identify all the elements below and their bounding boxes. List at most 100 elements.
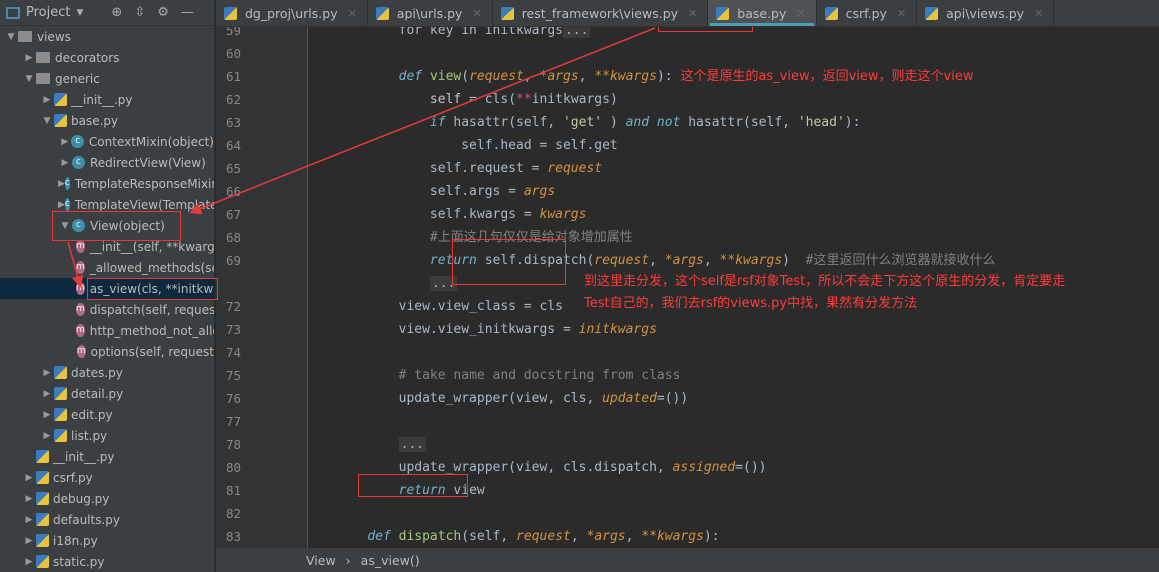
close-icon[interactable]: ✕ [897, 7, 906, 20]
python-file-icon [36, 471, 49, 484]
collapsed-arrow-icon[interactable]: ▶ [40, 431, 54, 441]
tree-item[interactable]: ▶ __init__.py [0, 89, 214, 110]
tree-item[interactable]: ▶ i18n.py [0, 530, 214, 551]
tree-item[interactable]: __init__.py [0, 446, 214, 467]
method-icon: m [76, 324, 85, 337]
expanded-arrow-icon[interactable]: ▼ [40, 116, 54, 126]
code-text: update_wrapper(view, cls, updated=()) [336, 387, 689, 410]
python-file-icon [36, 555, 49, 568]
tree-item[interactable]: ▶ detail.py [0, 383, 214, 404]
close-icon[interactable]: ✕ [1034, 7, 1043, 20]
tree-item[interactable]: ▶ debug.py [0, 488, 214, 509]
tab-label: base.py [737, 5, 787, 21]
collapsed-arrow-icon[interactable]: ▶ [22, 53, 36, 63]
collapsed-arrow-icon[interactable]: ▶ [40, 368, 54, 378]
gear-icon[interactable]: ⚙ [157, 5, 169, 20]
code-token: ** [516, 92, 532, 107]
tree-item[interactable]: m options(self, request [0, 341, 214, 362]
code-token: , [578, 69, 595, 84]
collapsed-arrow-icon[interactable]: ▶ [58, 200, 65, 210]
close-icon[interactable]: ✕ [688, 7, 697, 20]
tab-label: dg_proj\urls.py [245, 5, 338, 21]
tree-item[interactable]: ▼ views [0, 26, 214, 47]
tree-item-label: dates.py [71, 365, 123, 380]
code-line: 61 def view(request, *args, **kwargs): 这… [216, 65, 1159, 88]
tree-item-label: __init__(self, **kwargs) [89, 239, 215, 254]
expanded-arrow-icon[interactable]: ▼ [22, 74, 36, 84]
close-icon[interactable]: ✕ [796, 7, 805, 20]
highlight-box-dispatch [452, 239, 566, 285]
code-line: 77 [216, 410, 1159, 433]
code-token: , [570, 529, 587, 544]
collapsed-arrow-icon[interactable]: ▶ [22, 473, 36, 483]
code-token: (self, [461, 529, 517, 544]
folder-icon [18, 31, 32, 42]
python-file-icon [925, 6, 939, 20]
code-line: 75 # take name and docstring from class [216, 364, 1159, 387]
tree-item[interactable]: ▶ edit.py [0, 404, 214, 425]
tree-item[interactable]: m dispatch(self, request [0, 299, 214, 320]
tree-item-label: decorators [55, 50, 120, 65]
code-line: 64 self.head = self.get [216, 134, 1159, 157]
tree-item[interactable]: ▼ generic [0, 68, 214, 89]
tree-item[interactable]: ▶ c RedirectView(View) [0, 152, 214, 173]
collapse-icon[interactable]: ⇳ [134, 5, 145, 20]
tab-label: csrf.py [845, 5, 887, 21]
tab[interactable]: csrf.py ✕ [817, 0, 918, 26]
tree-item[interactable]: ▶ c ContextMixin(object) [0, 131, 214, 152]
tree-item[interactable]: m _allowed_methods(self) [0, 257, 214, 278]
line-number: 81 [226, 483, 242, 498]
tree-item[interactable]: ▶ dates.py [0, 362, 214, 383]
tab[interactable]: rest_framework\views.py ✕ [493, 0, 709, 26]
line-number: 80 [226, 460, 242, 475]
collapsed-arrow-icon[interactable]: ▶ [22, 515, 36, 525]
tab[interactable]: base.py ✕ [708, 0, 817, 26]
python-file-icon [54, 114, 67, 127]
collapsed-arrow-icon[interactable]: ▶ [58, 158, 72, 168]
dropdown-icon[interactable]: ▼ [76, 8, 83, 18]
tree-item[interactable]: ▶ static.py [0, 551, 214, 572]
collapsed-arrow-icon[interactable]: ▶ [40, 389, 54, 399]
tree-item[interactable]: ▼ base.py [0, 110, 214, 131]
breadcrumb-item[interactable]: View [306, 553, 336, 568]
code-token: *args [586, 529, 626, 544]
collapsed-arrow-icon[interactable]: ▶ [22, 557, 36, 567]
tree-item[interactable]: ▶ decorators [0, 47, 214, 68]
code-token: =()) [735, 460, 767, 475]
code-token: 'get' [562, 115, 603, 130]
tree-item[interactable]: m http_method_not_allowed [0, 320, 214, 341]
code-token: **kwargs [719, 253, 783, 268]
tab[interactable]: api\urls.py ✕ [368, 0, 493, 26]
project-icon [6, 6, 20, 19]
line-number: 73 [226, 322, 242, 337]
close-icon[interactable]: ✕ [472, 7, 481, 20]
code-token: , [649, 253, 665, 268]
project-title[interactable]: Project [26, 5, 70, 20]
tree-item[interactable]: ▶ defaults.py [0, 509, 214, 530]
tab[interactable]: api\views.py ✕ [917, 0, 1055, 26]
collapsed-arrow-icon[interactable]: ▶ [58, 179, 65, 189]
tree-item-label: detail.py [71, 386, 124, 401]
code-token: update_wrapper(view, cls.dispatch, [336, 460, 673, 475]
close-icon[interactable]: ✕ [348, 7, 357, 20]
breadcrumb-item[interactable]: as_view() [361, 553, 420, 568]
locate-icon[interactable]: ⊕ [111, 5, 122, 20]
tree-item[interactable]: ▶ csrf.py [0, 467, 214, 488]
collapsed-arrow-icon[interactable]: ▶ [40, 410, 54, 420]
line-number: 64 [226, 138, 242, 153]
collapsed-arrow-icon[interactable]: ▶ [22, 536, 36, 546]
collapsed-arrow-icon[interactable]: ▶ [58, 137, 71, 147]
minimize-icon[interactable]: — [181, 5, 194, 20]
tree-item[interactable]: ▶ c TemplateResponseMixin [0, 173, 214, 194]
collapsed-arrow-icon[interactable]: ▶ [40, 95, 54, 105]
code-token: request [516, 529, 571, 544]
collapsed-arrow-icon[interactable]: ▶ [22, 494, 36, 504]
tab[interactable]: dg_proj\urls.py ✕ [216, 0, 368, 26]
expanded-arrow-icon[interactable]: ▼ [4, 32, 18, 42]
code-editor[interactable]: 83 def dispatch(self, request, *args, **… [216, 27, 1159, 548]
code-token: self.head = self.get [336, 138, 618, 153]
code-token: view.view_initkwargs = [336, 322, 579, 337]
tree-item[interactable]: ▶ list.py [0, 425, 214, 446]
